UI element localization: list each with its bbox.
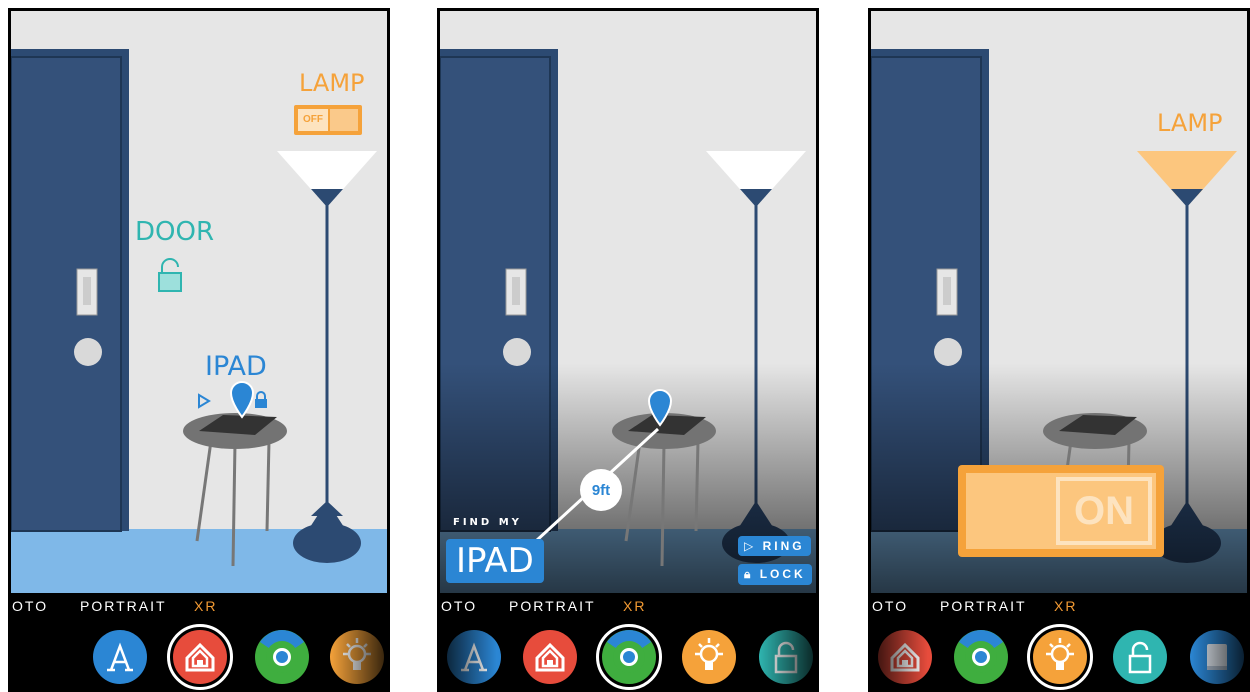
mode-photo[interactable]: OTO	[872, 598, 908, 614]
find-my-icon[interactable]	[602, 630, 656, 684]
mode-xr[interactable]: XR	[194, 598, 217, 614]
dock-fade-left	[437, 620, 497, 692]
lightbulb-icon[interactable]	[1033, 630, 1087, 684]
lock-button[interactable]: 🔒︎ LOCK	[738, 564, 812, 585]
mode-photo[interactable]: OTO	[12, 598, 48, 614]
ring-button[interactable]: ▷ RING	[738, 536, 811, 556]
lock-icon: 🔒︎	[744, 567, 760, 581]
ring-label: RING	[762, 539, 805, 553]
ipad-title: IPAD	[446, 539, 544, 583]
door-label: DOOR	[135, 217, 215, 247]
find-my-icon[interactable]	[255, 630, 309, 684]
camera-mode-bar: OTO PORTRAIT XR	[8, 594, 390, 620]
camera-view: LAMP ON	[871, 11, 1247, 593]
find-my-caption: FIND MY	[453, 517, 522, 528]
dock-fade-right	[1190, 620, 1250, 692]
mode-portrait[interactable]: PORTRAIT	[940, 598, 1027, 614]
lock-label: LOCK	[759, 567, 806, 581]
lamp-label: LAMP	[1157, 109, 1223, 137]
toggle-knob: ON	[1056, 477, 1152, 545]
play-icon: ▷	[744, 539, 763, 553]
dock-fade-right	[330, 620, 390, 692]
lamp-toggle[interactable]: OFF	[294, 105, 362, 135]
toggle-track	[330, 109, 358, 131]
home-icon[interactable]	[523, 630, 577, 684]
mode-xr[interactable]: XR	[623, 598, 646, 614]
distance-badge: 9ft	[580, 469, 622, 511]
camera-view: 9ft FIND MY IPAD ▷ RING 🔒︎ LOCK	[440, 11, 816, 593]
ipad-label: IPAD	[205, 351, 267, 382]
mode-portrait[interactable]: PORTRAIT	[80, 598, 167, 614]
panel-lamp-on: LAMP ON OTO PORTRAIT XR	[868, 8, 1250, 692]
mode-photo[interactable]: OTO	[441, 598, 477, 614]
find-my-icon[interactable]	[954, 630, 1008, 684]
dock-fade-right	[759, 620, 819, 692]
panel-find-my-ipad: 9ft FIND MY IPAD ▷ RING 🔒︎ LOCK OTO PORT…	[437, 8, 819, 692]
panel-xr-labels: LAMP OFF DOOR IPAD OTO PORTRAIT XR	[8, 8, 390, 692]
lamp-toggle-large[interactable]: ON	[958, 465, 1164, 557]
dock-fade-left	[868, 620, 928, 692]
mode-xr[interactable]: XR	[1054, 598, 1077, 614]
dock-fade-left	[8, 620, 68, 692]
lamp-label: LAMP	[299, 69, 365, 97]
toggle-on-text: ON	[1074, 488, 1134, 533]
camera-view: LAMP OFF DOOR IPAD	[11, 11, 387, 593]
toggle-knob: OFF	[298, 109, 328, 131]
app-store-icon[interactable]	[93, 630, 147, 684]
toggle-off-text: OFF	[303, 114, 323, 125]
camera-mode-bar: OTO PORTRAIT XR	[868, 594, 1250, 620]
home-icon[interactable]	[173, 630, 227, 684]
mode-portrait[interactable]: PORTRAIT	[509, 598, 596, 614]
camera-mode-bar: OTO PORTRAIT XR	[437, 594, 819, 620]
lightbulb-icon[interactable]	[682, 630, 736, 684]
unlock-icon[interactable]	[1113, 630, 1167, 684]
